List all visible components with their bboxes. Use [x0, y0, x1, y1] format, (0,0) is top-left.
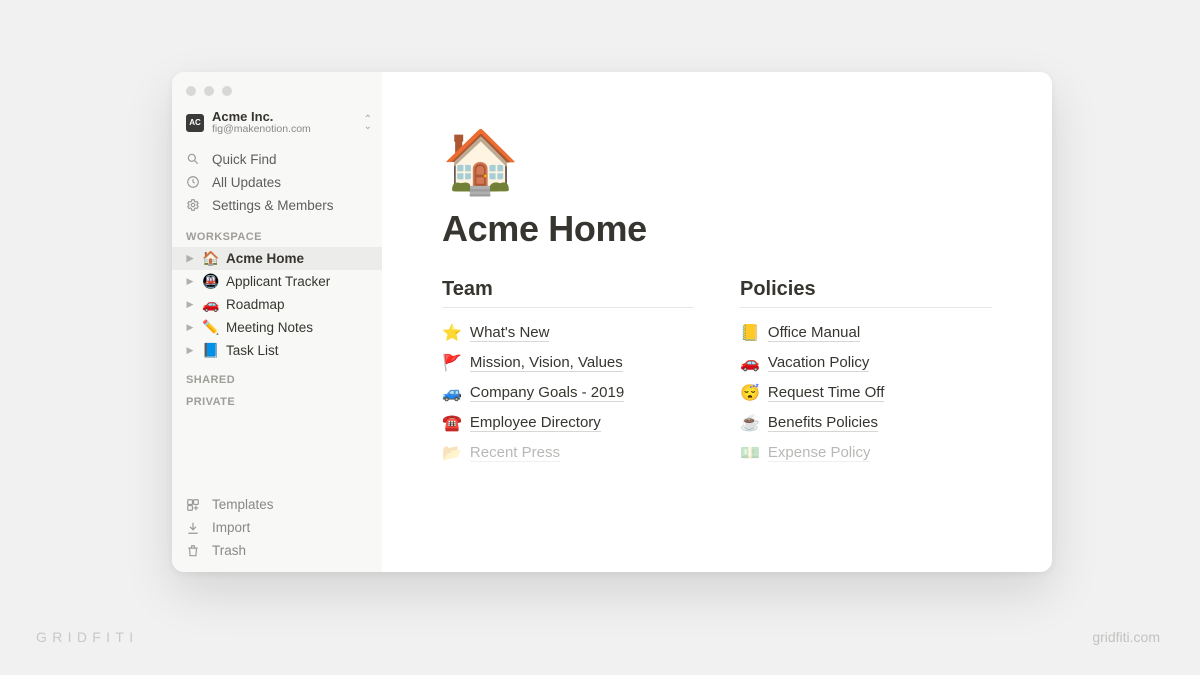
workspace-switcher[interactable]: AC Acme Inc. fig@makenotion.com ⌃⌄ [172, 108, 382, 146]
link-label: Employee Directory [470, 414, 601, 432]
link-label: Benefits Policies [768, 414, 878, 432]
page-label: Roadmap [226, 297, 285, 312]
templates-icon [186, 498, 202, 512]
app-window: AC Acme Inc. fig@makenotion.com ⌃⌄ Quick… [172, 72, 1052, 572]
trash-button[interactable]: Trash [172, 539, 382, 562]
settings-label: Settings & Members [212, 198, 334, 213]
trash-icon [186, 544, 202, 558]
link-label: Company Goals - 2019 [470, 384, 624, 402]
link-label: Recent Press [470, 444, 560, 462]
download-icon [186, 521, 202, 535]
link-emoji: 🚩 [442, 353, 462, 373]
page-label: Acme Home [226, 251, 304, 266]
settings-button[interactable]: Settings & Members [172, 194, 382, 217]
import-label: Import [212, 520, 250, 535]
search-icon [186, 152, 202, 166]
sidebar: AC Acme Inc. fig@makenotion.com ⌃⌄ Quick… [172, 72, 382, 572]
window-zoom-dot[interactable] [222, 86, 232, 96]
sidebar-page-item[interactable]: ▶ 🏠 Acme Home [172, 247, 382, 270]
workspace-email: fig@makenotion.com [212, 124, 356, 136]
window-close-dot[interactable] [186, 86, 196, 96]
import-button[interactable]: Import [172, 516, 382, 539]
quick-find-label: Quick Find [212, 152, 277, 167]
link-label: Request Time Off [768, 384, 884, 402]
sidebar-page-item[interactable]: ▶ 🚗 Roadmap [172, 293, 382, 316]
page-emoji: ✏️ [202, 319, 220, 336]
link-emoji: ☕ [740, 413, 760, 433]
templates-label: Templates [212, 497, 274, 512]
workspace-icon: AC [186, 114, 204, 132]
sidebar-page-item[interactable]: ▶ 📘 Task List [172, 339, 382, 362]
link-emoji: 📒 [740, 323, 760, 343]
disclosure-triangle-icon[interactable]: ▶ [184, 299, 196, 310]
link-label: Expense Policy [768, 444, 871, 462]
section-shared-label: SHARED [172, 362, 382, 390]
sidebar-page-item[interactable]: ▶ ✏️ Meeting Notes [172, 316, 382, 339]
link-label: Office Manual [768, 324, 860, 342]
page-emoji: 🏠 [202, 250, 220, 267]
page-label: Applicant Tracker [226, 274, 330, 289]
column-heading[interactable]: Policies [740, 278, 992, 308]
window-minimize-dot[interactable] [204, 86, 214, 96]
link-emoji: 📂 [442, 443, 462, 463]
page-link[interactable]: ⭐ What's New [442, 318, 694, 348]
disclosure-triangle-icon[interactable]: ▶ [184, 345, 196, 356]
link-emoji: ☎️ [442, 413, 462, 433]
link-emoji: 😴 [740, 383, 760, 403]
all-updates-label: All Updates [212, 175, 281, 190]
brand-watermark: GRIDFITI [36, 629, 138, 645]
workspace-name: Acme Inc. [212, 110, 356, 124]
brand-url: gridfiti.com [1092, 629, 1160, 645]
page-label: Meeting Notes [226, 320, 313, 335]
page-emoji: 🚇 [202, 273, 220, 290]
disclosure-triangle-icon[interactable]: ▶ [184, 276, 196, 287]
link-emoji: 🚗 [740, 353, 760, 373]
page-link[interactable]: 🚗 Vacation Policy [740, 348, 992, 378]
page-link[interactable]: 💵 Expense Policy [740, 438, 992, 468]
page-title[interactable]: Acme Home [442, 208, 992, 250]
updown-chevron-icon: ⌃⌄ [364, 116, 372, 130]
page-link[interactable]: ☎️ Employee Directory [442, 408, 694, 438]
quick-find-button[interactable]: Quick Find [172, 148, 382, 171]
link-label: Mission, Vision, Values [470, 354, 623, 372]
page-emoji: 🚗 [202, 296, 220, 313]
link-label: What's New [470, 324, 550, 342]
trash-label: Trash [212, 543, 246, 558]
page-hero-emoji[interactable]: 🏠 [442, 132, 992, 194]
templates-button[interactable]: Templates [172, 493, 382, 516]
page-content: 🏠 Acme Home Team ⭐ What's New 🚩 Mission, Vis… [382, 72, 1052, 572]
page-link[interactable]: 🚩 Mission, Vision, Values [442, 348, 694, 378]
content-column: Team ⭐ What's New 🚩 Mission, Vision, Values 🚙… [442, 278, 694, 468]
page-link[interactable]: 📂 Recent Press [442, 438, 694, 468]
page-link[interactable]: 🚙 Company Goals - 2019 [442, 378, 694, 408]
page-link[interactable]: 😴 Request Time Off [740, 378, 992, 408]
link-emoji: 🚙 [442, 383, 462, 403]
window-controls [172, 82, 382, 108]
section-private-label: PRIVATE [172, 390, 382, 412]
disclosure-triangle-icon[interactable]: ▶ [184, 322, 196, 333]
page-label: Task List [226, 343, 279, 358]
sidebar-page-item[interactable]: ▶ 🚇 Applicant Tracker [172, 270, 382, 293]
page-link[interactable]: 📒 Office Manual [740, 318, 992, 348]
disclosure-triangle-icon[interactable]: ▶ [184, 253, 196, 264]
page-emoji: 📘 [202, 342, 220, 359]
clock-icon [186, 175, 202, 189]
all-updates-button[interactable]: All Updates [172, 171, 382, 194]
content-column: Policies 📒 Office Manual 🚗 Vacation Policy 😴 R… [740, 278, 992, 468]
workspace-pages: ▶🏠Acme Home▶🚇Applicant Tracker▶🚗Roadmap▶… [172, 247, 382, 362]
gear-icon [186, 198, 202, 212]
page-link[interactable]: ☕ Benefits Policies [740, 408, 992, 438]
link-label: Vacation Policy [768, 354, 869, 372]
link-emoji: ⭐ [442, 323, 462, 343]
page-columns: Team ⭐ What's New 🚩 Mission, Vision, Values 🚙… [442, 278, 992, 468]
section-workspace-label: WORKSPACE [172, 219, 382, 247]
link-emoji: 💵 [740, 443, 760, 463]
column-heading[interactable]: Team [442, 278, 694, 308]
